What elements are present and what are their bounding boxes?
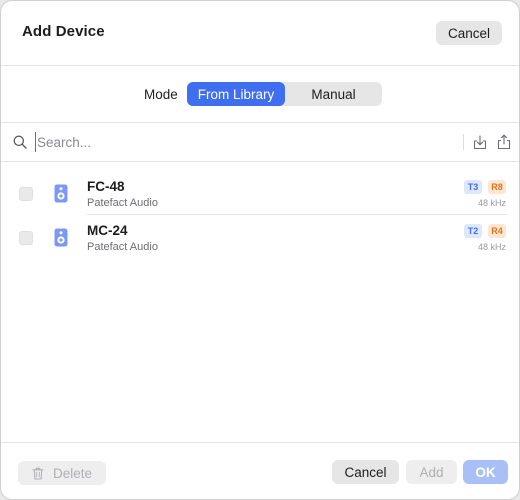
mode-segmented-control: From Library Manual <box>187 82 382 106</box>
device-vendor: Patefact Audio <box>87 241 158 253</box>
toolbar-divider <box>463 134 464 150</box>
device-name: FC-48 <box>87 179 125 194</box>
import-icon[interactable] <box>473 135 487 150</box>
sample-rate: 48 kHz <box>477 198 506 208</box>
delete-button[interactable]: Delete <box>18 461 106 485</box>
tx-channel-badge: T3 <box>464 180 482 194</box>
trash-icon <box>32 467 44 480</box>
speaker-icon <box>54 184 68 203</box>
add-button[interactable]: Add <box>406 460 457 484</box>
device-vendor: Patefact Audio <box>87 197 158 209</box>
device-name: MC-24 <box>87 223 128 238</box>
mode-bar: Mode From Library Manual <box>1 66 519 123</box>
rx-channel-badge: R4 <box>488 224 506 238</box>
sample-rate: 48 kHz <box>477 242 506 252</box>
export-icon[interactable] <box>497 134 511 150</box>
mode-option-manual[interactable]: Manual <box>285 82 382 106</box>
footer-cancel-button[interactable]: Cancel <box>332 460 399 484</box>
delete-label: Delete <box>52 465 93 481</box>
mode-option-from-library[interactable]: From Library <box>187 82 285 106</box>
tx-channel-badge: T2 <box>464 224 482 238</box>
device-checkbox[interactable] <box>19 231 33 245</box>
speaker-icon <box>54 228 68 247</box>
device-row[interactable]: MC-24 Patefact Audio T2 R4 48 kHz <box>1 215 519 259</box>
search-input[interactable] <box>35 132 417 152</box>
device-row[interactable]: FC-48 Patefact Audio T3 R8 48 kHz <box>1 171 519 215</box>
dialog-footer: Delete Cancel Add OK <box>1 442 519 499</box>
mode-label: Mode <box>144 87 178 102</box>
device-checkbox[interactable] <box>19 187 33 201</box>
dialog-title: Add Device <box>22 23 105 40</box>
rx-channel-badge: R8 <box>488 180 506 194</box>
search-icon <box>13 135 27 149</box>
ok-button[interactable]: OK <box>463 460 508 484</box>
dialog-header: Add Device Cancel <box>1 1 519 66</box>
search-bar <box>1 123 519 162</box>
header-cancel-button[interactable]: Cancel <box>436 21 502 45</box>
add-device-dialog: Add Device Cancel Mode From Library Manu… <box>0 0 520 500</box>
